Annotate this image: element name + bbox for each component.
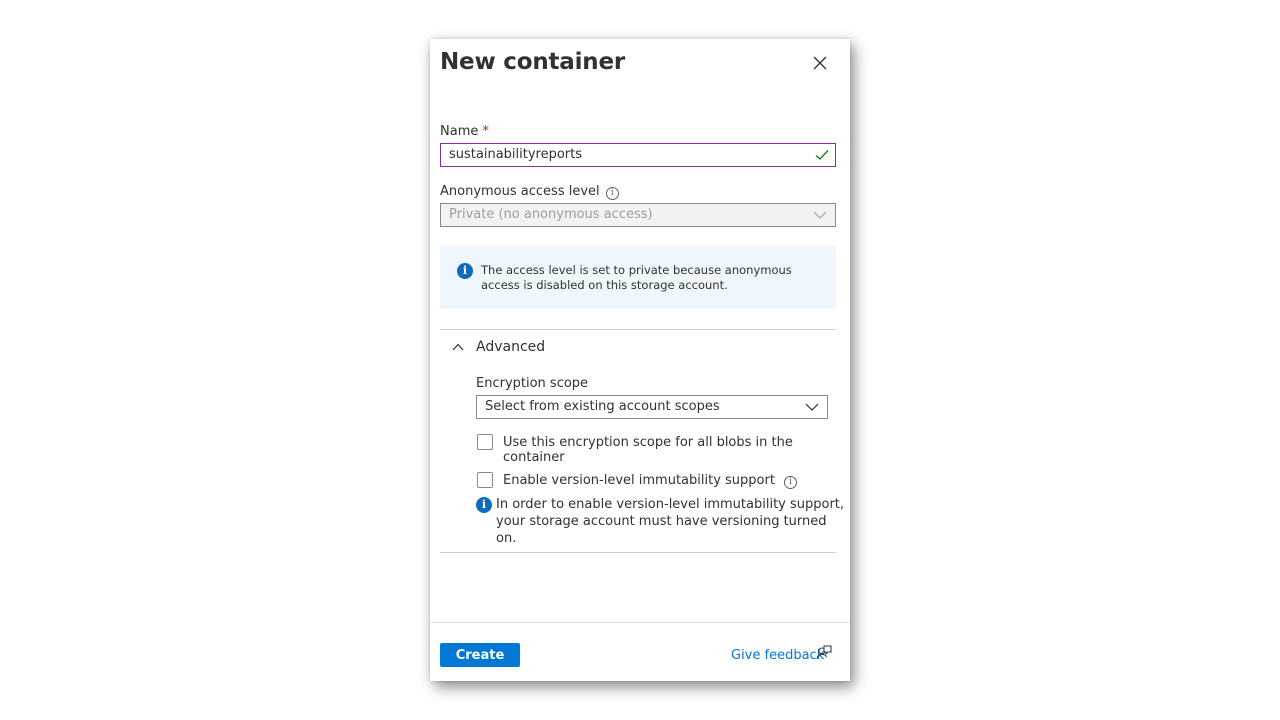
immutability-note: In order to enable version-level immutab…	[496, 497, 845, 546]
divider	[440, 329, 836, 330]
footer-divider	[430, 622, 850, 623]
give-feedback-link[interactable]: Give feedback	[731, 648, 824, 663]
close-icon[interactable]	[810, 53, 830, 73]
access-level-label: Anonymous access level i	[440, 184, 619, 200]
access-info-banner: i The access level is set to private bec…	[440, 246, 836, 309]
advanced-section-toggle[interactable]: Advanced	[476, 339, 545, 355]
access-level-value: Private (no anonymous access)	[449, 207, 653, 222]
chevron-up-icon[interactable]	[452, 343, 464, 351]
encryption-scope-label: Encryption scope	[476, 376, 589, 391]
info-icon[interactable]: i	[783, 476, 797, 489]
info-icon: i	[457, 263, 473, 279]
encryption-scope-placeholder: Select from existing account scopes	[485, 399, 720, 414]
use-scope-checkbox[interactable]	[477, 434, 493, 450]
chevron-down-icon	[813, 211, 827, 219]
panel-title: New container	[440, 49, 626, 75]
info-icon[interactable]: i	[605, 187, 619, 200]
checkmark-icon	[815, 150, 829, 160]
feedback-icon[interactable]	[816, 645, 832, 661]
immutability-checkbox-label[interactable]: Enable version-level immutability suppor…	[503, 473, 797, 489]
container-name-value: sustainabilityreports	[449, 147, 583, 162]
immutability-checkbox[interactable]	[477, 472, 493, 488]
encryption-scope-select[interactable]: Select from existing account scopes	[476, 395, 828, 419]
create-button[interactable]: Create	[440, 643, 520, 667]
name-label: Name *	[440, 124, 489, 139]
use-scope-checkbox-label[interactable]: Use this encryption scope for all blobs …	[503, 435, 850, 465]
container-name-input[interactable]: sustainabilityreports	[440, 143, 836, 167]
divider	[440, 552, 836, 553]
access-info-message: The access level is set to private becau…	[481, 263, 792, 292]
info-icon: i	[476, 497, 492, 513]
required-marker: *	[482, 124, 490, 139]
new-container-panel: New container Name * sustainabilityrepor…	[430, 39, 850, 681]
chevron-down-icon	[805, 403, 819, 411]
access-level-select: Private (no anonymous access)	[440, 203, 836, 227]
